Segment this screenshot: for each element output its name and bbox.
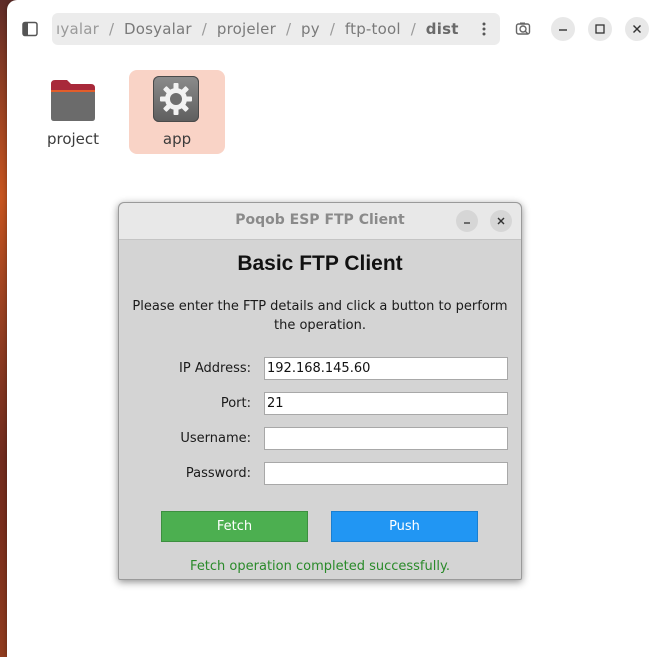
fetch-button[interactable]: Fetch xyxy=(161,511,308,542)
ip-address-input[interactable] xyxy=(264,357,508,380)
maximize-icon[interactable] xyxy=(588,17,612,41)
ftp-client-dialog: Poqob ESP FTP Client Basic FTP Client Pl… xyxy=(118,202,522,580)
breadcrumb: ıyalar / Dosyalar / projeler / py / ftp-… xyxy=(52,13,500,45)
password-row: Password: xyxy=(119,462,521,486)
minimize-icon[interactable] xyxy=(456,210,478,232)
username-input[interactable] xyxy=(264,427,508,450)
search-icon[interactable] xyxy=(512,17,536,41)
file-item-app[interactable]: app xyxy=(129,70,225,154)
breadcrumb-item[interactable]: ftp-tool xyxy=(335,20,411,38)
password-input[interactable] xyxy=(264,462,508,485)
breadcrumb-item[interactable]: ıyalar xyxy=(52,20,109,38)
gear-icon xyxy=(153,76,199,122)
minimize-icon[interactable] xyxy=(551,17,575,41)
sidebar-toggle-icon[interactable] xyxy=(19,18,41,40)
file-manager-header: ıyalar / Dosyalar / projeler / py / ftp-… xyxy=(7,0,667,58)
breadcrumb-current[interactable]: dist xyxy=(416,20,469,38)
file-label: app xyxy=(162,130,192,148)
folder-icon xyxy=(51,80,95,121)
file-label: project xyxy=(46,130,100,148)
status-message: Fetch operation completed successfully. xyxy=(190,559,450,574)
push-button[interactable]: Push xyxy=(331,511,478,542)
port-row: Port: xyxy=(119,392,521,416)
breadcrumb-item[interactable]: projeler xyxy=(207,20,286,38)
breadcrumb-item[interactable]: Dosyalar xyxy=(114,20,202,38)
password-label: Password: xyxy=(185,466,251,481)
dialog-heading: Basic FTP Client xyxy=(237,252,403,275)
instructions-text: Please enter the FTP details and click a… xyxy=(132,299,508,333)
ip-row: IP Address: xyxy=(119,357,521,381)
port-label: Port: xyxy=(220,396,251,411)
more-vertical-icon[interactable] xyxy=(474,19,494,39)
close-icon[interactable] xyxy=(625,17,649,41)
close-icon[interactable] xyxy=(490,210,512,232)
breadcrumb-item[interactable]: py xyxy=(291,20,330,38)
ip-label: IP Address: xyxy=(179,361,251,376)
username-label: Username: xyxy=(180,431,251,446)
file-item-project[interactable]: project xyxy=(25,70,121,154)
port-input[interactable] xyxy=(264,392,508,415)
username-row: Username: xyxy=(119,427,521,451)
dialog-titlebar[interactable]: Poqob ESP FTP Client xyxy=(119,203,521,240)
